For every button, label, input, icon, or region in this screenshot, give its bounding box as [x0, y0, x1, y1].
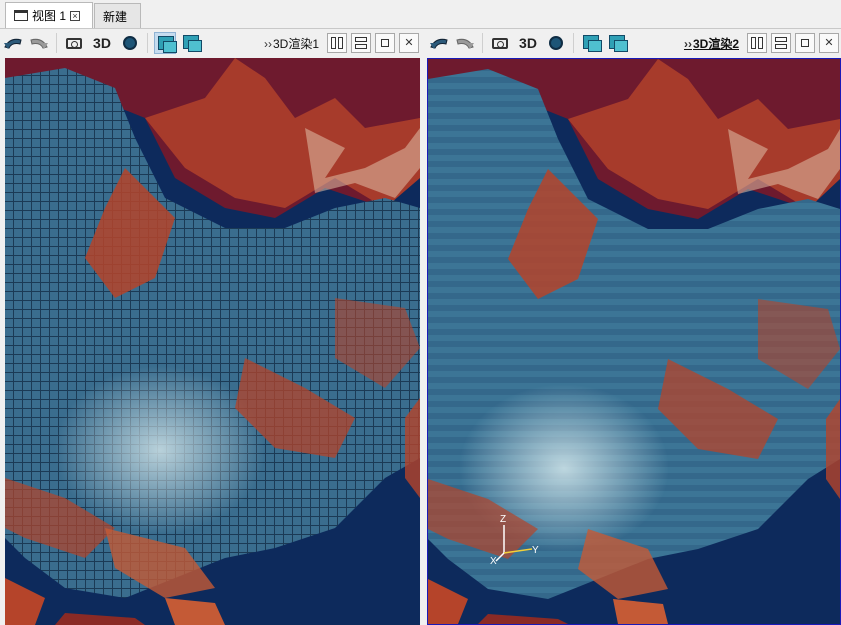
pane-splitter[interactable]: [421, 29, 426, 625]
tab-bar: 视图 1 × 新建: [0, 0, 841, 29]
tab-label: 视图 1: [32, 9, 67, 23]
link-camera-icon[interactable]: [154, 32, 177, 54]
toolbar-separator: [573, 33, 574, 53]
axis-z-label: Z: [500, 514, 506, 525]
unlink-camera-icon[interactable]: [180, 32, 202, 54]
toggle-3d-button[interactable]: 3D: [515, 32, 541, 54]
toolbar-separator: [147, 33, 148, 53]
tab-close-icon[interactable]: ×: [70, 10, 81, 21]
unlink-camera-icon[interactable]: [606, 32, 628, 54]
render-viewport-left[interactable]: [5, 58, 420, 625]
maximize-button[interactable]: [795, 33, 815, 53]
close-view-button[interactable]: ✕: [399, 33, 419, 53]
tab-new[interactable]: 新建: [94, 3, 141, 28]
tab-label: 新建: [103, 9, 128, 24]
split-vertical-button[interactable]: [351, 33, 371, 53]
close-view-button[interactable]: ✕: [819, 33, 839, 53]
tab-view-1[interactable]: 视图 1 ×: [5, 2, 93, 28]
terrain-render: [5, 58, 420, 625]
axis-x-label: X: [490, 556, 497, 567]
toggle-3d-button[interactable]: 3D: [89, 32, 115, 54]
redo-camera-icon[interactable]: [454, 32, 476, 54]
screenshot-camera-icon[interactable]: [63, 32, 85, 54]
axis-y-label: Y: [532, 545, 539, 556]
render-viewport-right[interactable]: Z X Y: [427, 58, 841, 625]
redo-camera-icon[interactable]: [28, 32, 50, 54]
undo-camera-icon[interactable]: [2, 32, 24, 54]
screenshot-camera-icon[interactable]: [489, 32, 511, 54]
maximize-button[interactable]: [375, 33, 395, 53]
split-horizontal-button[interactable]: [747, 33, 767, 53]
pane-toolbar-right: 3D ››3D渲染2 ✕: [426, 29, 841, 57]
undo-camera-icon[interactable]: [428, 32, 450, 54]
render-view-label[interactable]: ››3D渲染1: [264, 35, 319, 52]
split-horizontal-button[interactable]: [327, 33, 347, 53]
toolbar-separator: [56, 33, 57, 53]
split-vertical-button[interactable]: [771, 33, 791, 53]
terrain-render: Z X Y: [428, 59, 840, 624]
toolbar-separator: [482, 33, 483, 53]
window-icon: [14, 10, 28, 21]
sphere-icon[interactable]: [119, 32, 141, 54]
sphere-icon[interactable]: [545, 32, 567, 54]
link-camera-icon[interactable]: [580, 32, 602, 54]
pane-toolbar-left: 3D ››3D渲染1 ✕: [0, 29, 421, 57]
render-view-label[interactable]: ››3D渲染2: [684, 35, 739, 52]
